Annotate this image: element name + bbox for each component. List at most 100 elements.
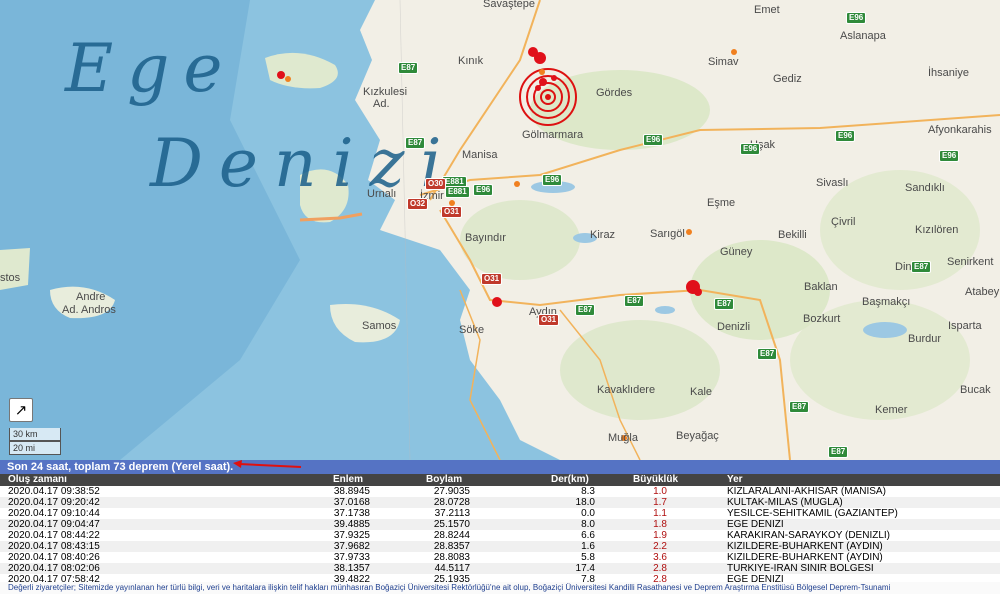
place-label-sivasli: Sivaslı [816, 177, 849, 189]
place-label-kizkulesi: Kızkulesi [363, 86, 408, 98]
road-shield-e96f: E96 [542, 174, 563, 186]
header-lat[interactable]: Enlem [333, 474, 363, 486]
expand-map-button[interactable]: ↗ [9, 398, 33, 422]
cell-magnitude: 3.6 [653, 552, 667, 563]
map-scale: 30 km 20 mi [9, 428, 61, 455]
road-shield-e96b: E96 [835, 130, 856, 142]
place-label-basmakci: Başmakçı [862, 296, 911, 308]
table-row[interactable]: 2020.04.17 09:10:44 37.1738 37.2113 0.0 1.1 Y… [0, 508, 1000, 519]
place-label-samos: Samos [362, 320, 397, 332]
cell-lon: 37.2113 [434, 508, 470, 519]
table-row[interactable]: 2020.04.17 08:43:15 37.9682 28.8357 1.6 2.2 K… [0, 541, 1000, 552]
cell-magnitude: 1.0 [653, 486, 667, 497]
place-label-andros: Andre [76, 291, 106, 303]
cell-magnitude: 1.9 [653, 530, 667, 541]
annotation-arrow-icon [233, 460, 302, 468]
cell-depth: 8.0 [581, 519, 595, 530]
table-row[interactable]: 2020.04.17 09:20:42 37.0168 28.0728 18.0 1.7… [0, 497, 1000, 508]
place-label-kale: Kale [690, 386, 713, 398]
place-label-isparta: Isparta [948, 320, 982, 332]
place-label-gordes: Gördes [596, 87, 633, 99]
place-label-sarigol: Sarıgöl [650, 228, 685, 240]
cell-depth: 18.0 [575, 497, 595, 508]
header-lon[interactable]: Boylam [426, 474, 462, 486]
cell-time: 2020.04.17 09:38:52 [8, 486, 100, 497]
cell-lon: 28.8244 [433, 530, 470, 541]
place-label-aslanapa: Aslanapa [840, 30, 886, 42]
place-label-atabey: Atabey [965, 286, 1000, 298]
place-label-kavaklidere: Kavaklıdere [597, 384, 656, 396]
cell-magnitude: 2.2 [653, 541, 667, 552]
place-label-manisa: Manisa [462, 149, 498, 161]
cell-place: KIZLARALANI-AKHISAR (MANISA) [727, 486, 886, 497]
road-shield-e881b: E881 [445, 186, 470, 198]
place-label-soke: Söke [459, 324, 485, 336]
place-label-sandikli: Sandıklı [905, 182, 945, 194]
expand-arrow-icon: ↗ [14, 402, 28, 419]
road-shield-o32: O32 [407, 198, 429, 210]
cell-depth: 17.4 [575, 563, 595, 574]
cell-lat: 39.4885 [333, 519, 370, 530]
table-row[interactable]: 2020.04.17 08:44:22 37.9325 28.8244 6.6 1.9 K… [0, 530, 1000, 541]
header-magnitude[interactable]: Büyüklük [633, 474, 678, 486]
earthquake-map[interactable]: Ege Denizi Savaştepe Emet Kınık Aslanapa Sim… [0, 0, 1000, 460]
scale-mi: 20 mi [9, 441, 61, 455]
cell-depth: 6.6 [581, 530, 595, 541]
place-label-golmarmara: Gölmarmara [522, 129, 584, 141]
road-shield-e96c: E96 [740, 143, 761, 155]
table-row[interactable]: 2020.04.17 09:04:47 39.4885 25.1570 8.0 1.8 E… [0, 519, 1000, 530]
cell-time: 2020.04.17 08:02:06 [8, 563, 100, 574]
place-label-bozkurt: Bozkurt [803, 313, 841, 325]
cell-lon: 44.5117 [434, 563, 470, 574]
header-time[interactable]: Oluş zamanı [8, 474, 67, 486]
cell-magnitude: 1.8 [653, 519, 667, 530]
place-label-burdur: Burdur [908, 333, 942, 345]
cell-place: TURKIYE-IRAN SINIR BOLGESI [727, 563, 874, 574]
cell-lat: 38.8945 [333, 486, 370, 497]
place-label-simav: Simav [708, 56, 739, 68]
table-row[interactable]: 2020.04.17 09:38:52 38.8945 27.9035 8.3 1.0 K… [0, 486, 1000, 497]
cell-lat: 37.9325 [333, 530, 370, 541]
earthquake-table: Oluş zamanı Enlem Boylam Der(km) Büyüklü… [0, 474, 1000, 594]
road-shield-e87b: E87 [405, 137, 426, 149]
place-label-bucak: Bucak [960, 384, 991, 396]
place-label-ihsaniye: İhsaniye [928, 67, 969, 79]
summary-bar: Son 24 saat, toplam 73 deprem (Yerel saa… [0, 460, 1000, 474]
place-label-denizli: Denizli [717, 321, 751, 333]
place-label-guney: Güney [720, 246, 753, 258]
road-shield-o31b: O31 [481, 273, 503, 285]
header-place[interactable]: Yer [727, 474, 743, 486]
cell-place: KIZILDERE-BUHARKENT (AYDIN) [727, 552, 883, 563]
cell-time: 2020.04.17 08:40:26 [8, 552, 100, 563]
cell-lat: 37.1738 [333, 508, 370, 519]
cell-lon: 27.9035 [433, 486, 470, 497]
place-label-mugla: Muğla [608, 432, 638, 444]
road-shield-e87d: E87 [624, 295, 645, 307]
road-shield-e87e: E87 [714, 298, 735, 310]
cell-place: KULTAK-MILAS (MUGLA) [727, 497, 843, 508]
cell-time: 2020.04.17 08:43:15 [8, 541, 100, 552]
road-shield-e87c: E87 [575, 304, 596, 316]
table-row[interactable]: 2020.04.17 08:02:06 38.1357 44.5117 17.4 2.8… [0, 563, 1000, 574]
road-shield-e87a: E87 [398, 62, 419, 74]
place-label-ad: Ad. [373, 98, 390, 110]
place-label-adandros: Ad. Andros [62, 304, 116, 316]
cell-magnitude: 1.1 [653, 508, 667, 519]
scale-km: 30 km [9, 428, 61, 441]
place-label-ornali: Urnalı [367, 188, 397, 200]
cell-depth: 8.3 [581, 486, 595, 497]
place-label-gediz: Gediz [773, 73, 802, 85]
place-label-senirkent: Senirkent [947, 256, 994, 268]
place-label-kiraz: Kiraz [590, 229, 616, 241]
place-label-baklan: Baklan [804, 281, 838, 293]
sea-label-line1: Ege [65, 30, 237, 107]
cell-time: 2020.04.17 09:04:47 [8, 519, 100, 530]
road-shield-o31c: O31 [538, 314, 560, 326]
cell-place: YESILCE-SEHITKAMIL (GAZIANTEP) [727, 508, 898, 519]
cell-lat: 38.1357 [333, 563, 370, 574]
table-row[interactable]: 2020.04.17 08:40:26 37.9733 28.8083 5.8 3.6 K… [0, 552, 1000, 563]
road-shield-e87g: E87 [789, 401, 810, 413]
cell-lat: 37.9733 [333, 552, 370, 563]
road-shield-o30: O30 [425, 178, 447, 190]
header-depth[interactable]: Der(km) [551, 474, 589, 486]
